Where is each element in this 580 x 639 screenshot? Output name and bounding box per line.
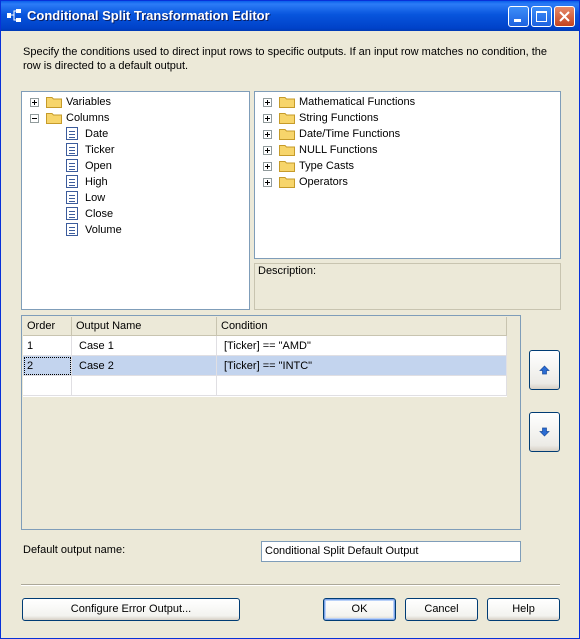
move-up-button[interactable] bbox=[529, 350, 560, 390]
default-output-label: Default output name: bbox=[23, 544, 126, 556]
tree-label: Variables bbox=[66, 96, 112, 108]
tree-column-close[interactable]: Close bbox=[66, 206, 226, 222]
tree-label: NULL Functions bbox=[299, 144, 378, 156]
default-output-name-field[interactable]: Conditional Split Default Output bbox=[261, 541, 521, 562]
tree-label: Open bbox=[85, 160, 112, 172]
collapse-icon[interactable] bbox=[30, 114, 39, 123]
column-header-order[interactable]: Order bbox=[23, 317, 72, 336]
columns-tree[interactable]: Variables Columns Date Ticker Open High … bbox=[21, 91, 250, 310]
column-header-condition[interactable]: Condition bbox=[217, 317, 507, 336]
tree-node-datetime-functions[interactable]: Date/Time Functions bbox=[263, 126, 543, 142]
instructions-text: Specify the conditions used to direct in… bbox=[23, 46, 548, 72]
folder-icon bbox=[279, 97, 295, 108]
expand-icon[interactable] bbox=[263, 130, 272, 139]
output-name-cell[interactable]: Case 1 bbox=[72, 336, 217, 356]
condition-cell[interactable] bbox=[217, 376, 507, 396]
folder-icon bbox=[279, 161, 295, 172]
minimize-button[interactable] bbox=[508, 6, 529, 27]
tree-label: Mathematical Functions bbox=[299, 96, 416, 108]
order-cell[interactable]: 1 bbox=[23, 336, 72, 356]
tree-label: Date/Time Functions bbox=[299, 128, 401, 140]
condition-cell[interactable]: [Ticker] == "AMD" bbox=[217, 336, 507, 356]
expand-icon[interactable] bbox=[263, 146, 272, 155]
tree-node-columns[interactable]: Columns bbox=[30, 110, 230, 126]
folder-icon bbox=[279, 129, 295, 140]
conditional-split-icon bbox=[7, 9, 21, 22]
column-icon bbox=[66, 191, 78, 204]
tree-column-high[interactable]: High bbox=[66, 174, 226, 190]
ok-button[interactable]: OK bbox=[323, 598, 396, 621]
column-header-output-name[interactable]: Output Name bbox=[72, 317, 217, 336]
condition-cell[interactable]: [Ticker] == "INTC" bbox=[217, 356, 507, 376]
dialog-window: Conditional Split Transformation Editor … bbox=[0, 0, 580, 639]
conditions-grid[interactable]: Order Output Name Condition 1 Case 1 [Ti… bbox=[21, 315, 521, 530]
column-icon bbox=[66, 223, 78, 236]
order-cell[interactable] bbox=[23, 376, 72, 396]
maximize-button[interactable] bbox=[531, 6, 552, 27]
tree-column-open[interactable]: Open bbox=[66, 158, 226, 174]
description-label: Description: bbox=[254, 263, 561, 280]
tree-label: Volume bbox=[85, 224, 122, 236]
tree-column-low[interactable]: Low bbox=[66, 190, 226, 206]
column-icon bbox=[66, 143, 78, 156]
expand-icon[interactable] bbox=[263, 98, 272, 107]
tree-label: High bbox=[85, 176, 108, 188]
column-icon bbox=[66, 127, 78, 140]
expand-icon[interactable] bbox=[263, 114, 272, 123]
tree-node-variables[interactable]: Variables bbox=[30, 94, 230, 110]
tree-node-operators[interactable]: Operators bbox=[263, 174, 543, 190]
output-name-cell[interactable]: Case 2 bbox=[72, 356, 217, 376]
arrow-down-icon bbox=[539, 427, 550, 437]
close-icon bbox=[559, 11, 570, 22]
cancel-button[interactable]: Cancel bbox=[405, 598, 478, 621]
tree-column-date[interactable]: Date bbox=[66, 126, 226, 142]
output-name-cell[interactable] bbox=[72, 376, 217, 396]
tree-label: Ticker bbox=[85, 144, 115, 156]
folder-icon bbox=[46, 113, 62, 124]
separator bbox=[21, 584, 560, 586]
folder-icon bbox=[279, 177, 295, 188]
move-down-button[interactable] bbox=[529, 412, 560, 452]
grid-body: Order Output Name Condition 1 Case 1 [Ti… bbox=[23, 317, 507, 397]
window-title: Conditional Split Transformation Editor bbox=[27, 8, 270, 23]
folder-icon bbox=[46, 97, 62, 108]
description-box bbox=[254, 279, 561, 310]
maximize-icon bbox=[536, 11, 547, 22]
arrow-up-icon bbox=[539, 365, 550, 375]
tree-label: Date bbox=[85, 128, 109, 140]
tree-label: Low bbox=[85, 192, 106, 204]
functions-tree[interactable]: Mathematical Functions String Functions … bbox=[254, 91, 561, 259]
order-cell[interactable]: 2 bbox=[23, 356, 72, 376]
column-icon bbox=[66, 207, 78, 220]
tree-label: Columns bbox=[66, 112, 110, 124]
folder-icon bbox=[279, 113, 295, 124]
tree-label: Close bbox=[85, 208, 114, 220]
help-button[interactable]: Help bbox=[487, 598, 560, 621]
column-icon bbox=[66, 175, 78, 188]
expand-icon[interactable] bbox=[263, 162, 272, 171]
tree-node-null-functions[interactable]: NULL Functions bbox=[263, 142, 543, 158]
configure-error-output-button[interactable]: Configure Error Output... bbox=[22, 598, 240, 621]
tree-node-string-functions[interactable]: String Functions bbox=[263, 110, 543, 126]
tree-node-type-casts[interactable]: Type Casts bbox=[263, 158, 543, 174]
column-icon bbox=[66, 159, 78, 172]
minimize-icon bbox=[514, 19, 521, 22]
expand-icon[interactable] bbox=[30, 98, 39, 107]
close-button[interactable] bbox=[554, 6, 575, 27]
tree-label: Operators bbox=[299, 176, 348, 188]
tree-column-volume[interactable]: Volume bbox=[66, 222, 226, 238]
title-bar[interactable]: Conditional Split Transformation Editor bbox=[1, 1, 579, 31]
tree-label: Type Casts bbox=[299, 160, 355, 172]
tree-node-mathematical-functions[interactable]: Mathematical Functions bbox=[263, 94, 543, 110]
expand-icon[interactable] bbox=[263, 178, 272, 187]
tree-label: String Functions bbox=[299, 112, 379, 124]
tree-column-ticker[interactable]: Ticker bbox=[66, 142, 226, 158]
folder-icon bbox=[279, 145, 295, 156]
